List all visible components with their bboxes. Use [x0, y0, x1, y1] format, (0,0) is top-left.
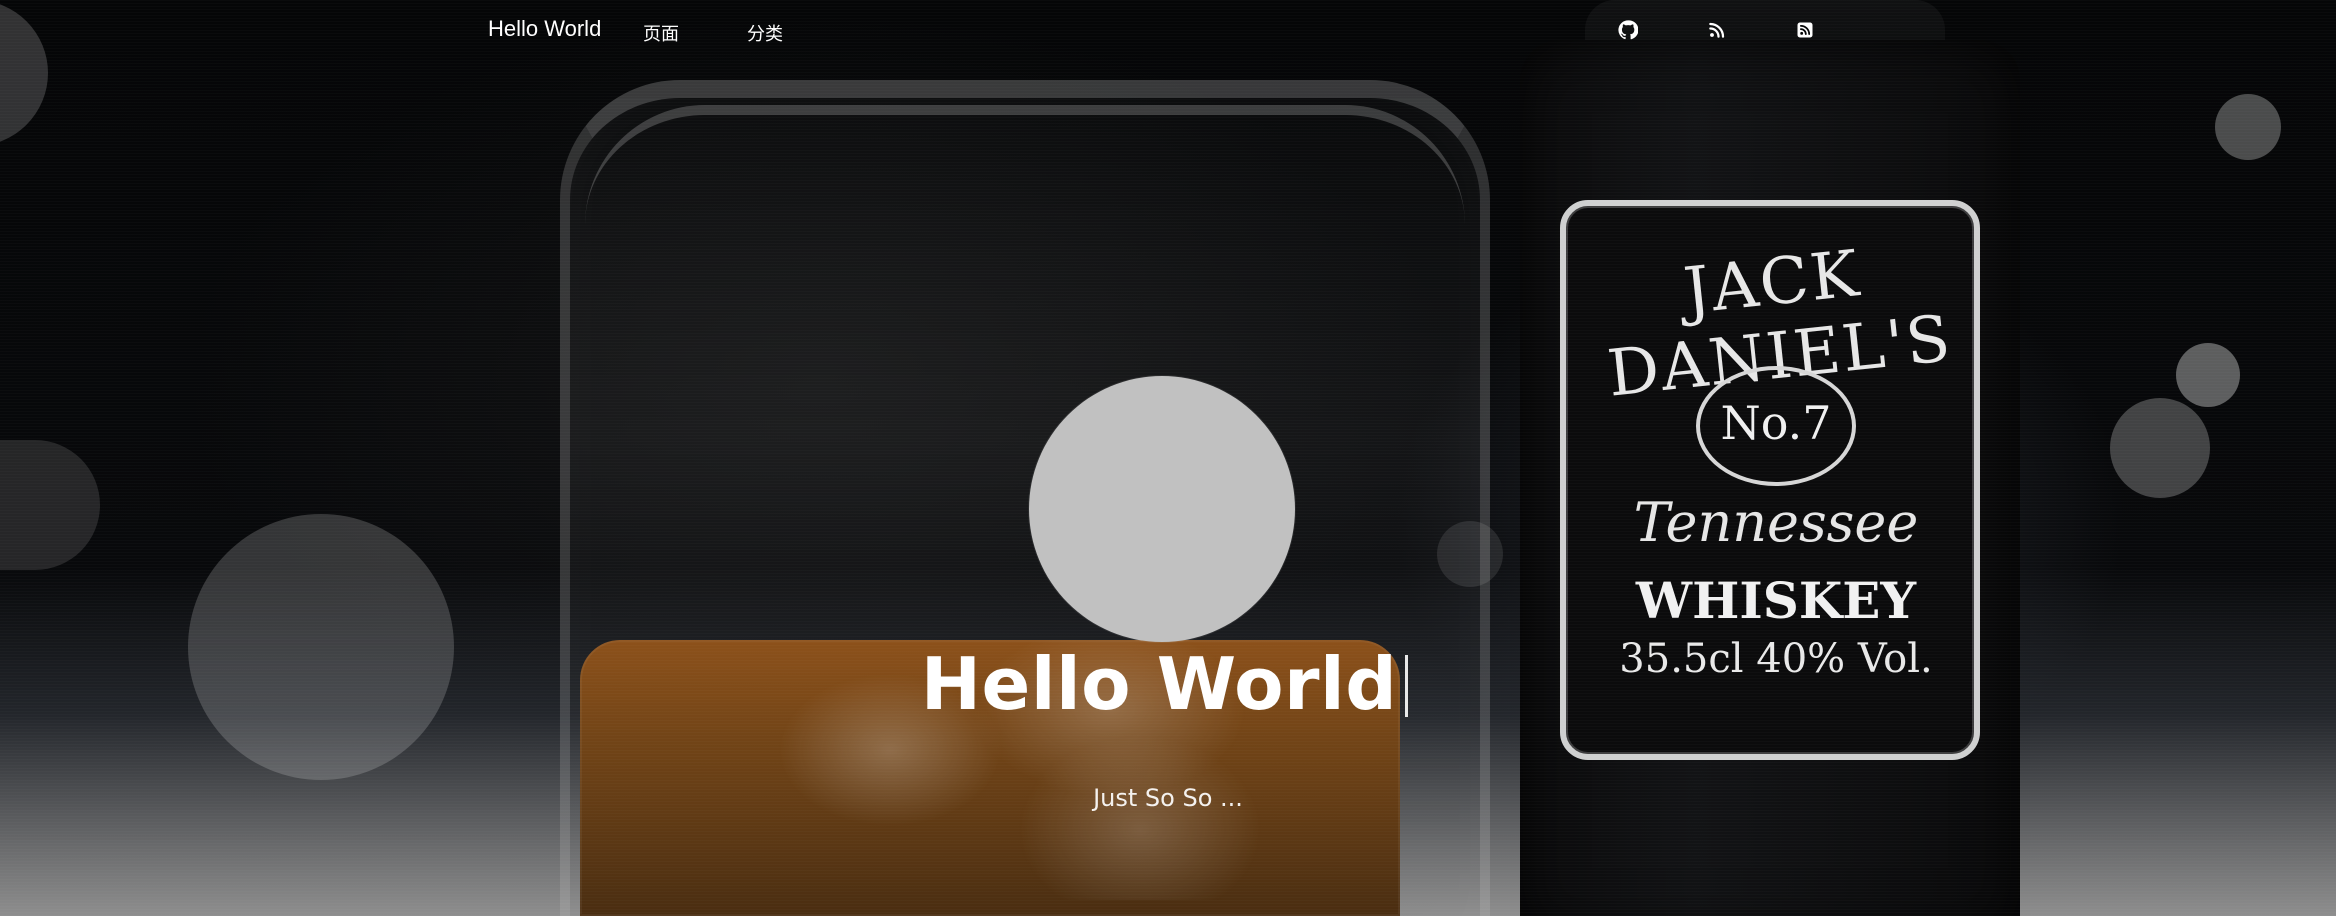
- hero-subtitle: Just So So ...: [1093, 784, 1243, 812]
- bokeh-circle: [2215, 94, 2281, 160]
- typing-caret: [1405, 655, 1415, 717]
- top-navigation: Hello World 页面 分类: [0, 0, 2336, 64]
- hero-title-text: Hello World: [920, 642, 1398, 726]
- bokeh-circle: [1437, 521, 1503, 587]
- glass-rim: [585, 105, 1465, 225]
- bottle-line2-text: WHISKEY: [1635, 571, 1917, 630]
- avatar: [1029, 376, 1295, 642]
- bokeh-circle: [2176, 343, 2240, 407]
- rss-icon: [1707, 20, 1727, 40]
- nav-item-pages[interactable]: 页面: [643, 20, 679, 46]
- hero-section: JACK DANIEL'S No.7 Tennessee WHISKEY 35.…: [0, 0, 2336, 916]
- github-link[interactable]: [1617, 19, 1639, 41]
- hero-title: Hello World: [0, 642, 2336, 726]
- rss-square-link[interactable]: [1794, 19, 1816, 41]
- bottle-line1-text: Tennessee: [1633, 491, 1919, 554]
- site-brand-link[interactable]: Hello World: [488, 16, 601, 42]
- bokeh-circle: [2110, 398, 2210, 498]
- nav-item-categories[interactable]: 分类: [747, 20, 783, 46]
- bottle-number-text: No.7: [1720, 396, 1832, 450]
- github-icon: [1618, 20, 1638, 40]
- bokeh-circle: [0, 440, 100, 570]
- rss-square-icon: [1795, 20, 1815, 40]
- rss-link[interactable]: [1706, 19, 1728, 41]
